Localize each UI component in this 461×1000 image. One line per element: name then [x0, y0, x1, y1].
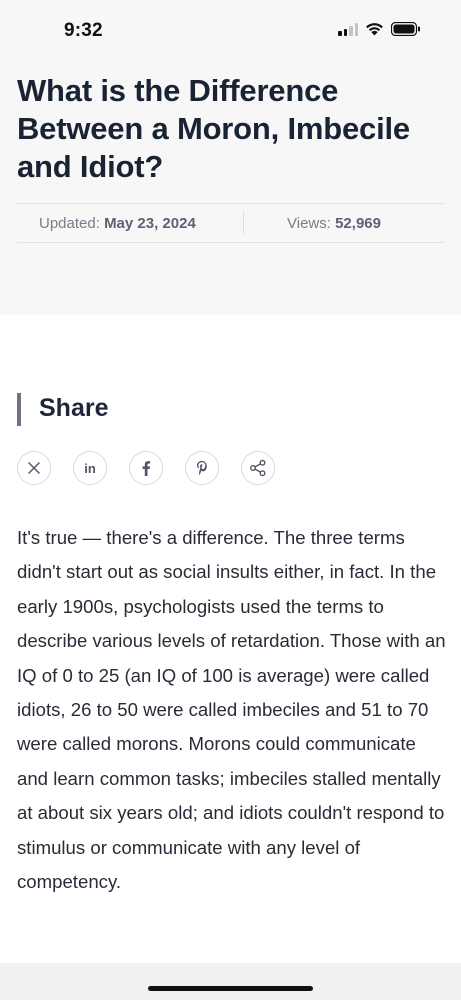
share-nodes-icon — [250, 459, 266, 477]
views-meta: Views: 52,969 — [287, 215, 381, 232]
share-facebook-button[interactable] — [129, 451, 163, 485]
share-linkedin-button[interactable]: in — [73, 451, 107, 485]
facebook-icon — [142, 461, 151, 476]
article-meta: Updated: May 23, 2024 Views: 52,969 — [17, 203, 444, 243]
wifi-icon — [366, 23, 383, 36]
share-more-button[interactable] — [241, 451, 275, 485]
article-title: What is the Difference Between a Moron, … — [17, 73, 410, 184]
meta-divider — [243, 212, 244, 234]
updated-date: May 23, 2024 — [104, 215, 196, 232]
share-accent-bar — [17, 393, 21, 426]
pinterest-icon — [197, 461, 207, 475]
status-bar: 9:32 — [0, 0, 461, 62]
share-pinterest-button[interactable] — [185, 451, 219, 485]
share-buttons: in — [17, 451, 275, 485]
battery-icon — [391, 22, 420, 36]
share-x-button[interactable] — [17, 451, 51, 485]
updated-meta: Updated: May 23, 2024 — [39, 215, 196, 232]
status-icons — [338, 22, 421, 36]
x-icon — [28, 462, 40, 474]
views-label: Views: — [287, 215, 331, 232]
views-count: 52,969 — [335, 215, 381, 232]
home-indicator[interactable] — [148, 986, 313, 991]
footer-strip — [0, 963, 461, 1000]
article-body: It's true — there's a difference. The th… — [17, 527, 446, 893]
status-time: 9:32 — [64, 20, 103, 41]
linkedin-icon: in — [84, 460, 96, 476]
cellular-signal-icon — [338, 22, 358, 36]
article-header: What is the Difference Between a Moron, … — [0, 62, 461, 315]
updated-label: Updated: — [39, 215, 100, 232]
share-title: Share — [39, 394, 109, 422]
